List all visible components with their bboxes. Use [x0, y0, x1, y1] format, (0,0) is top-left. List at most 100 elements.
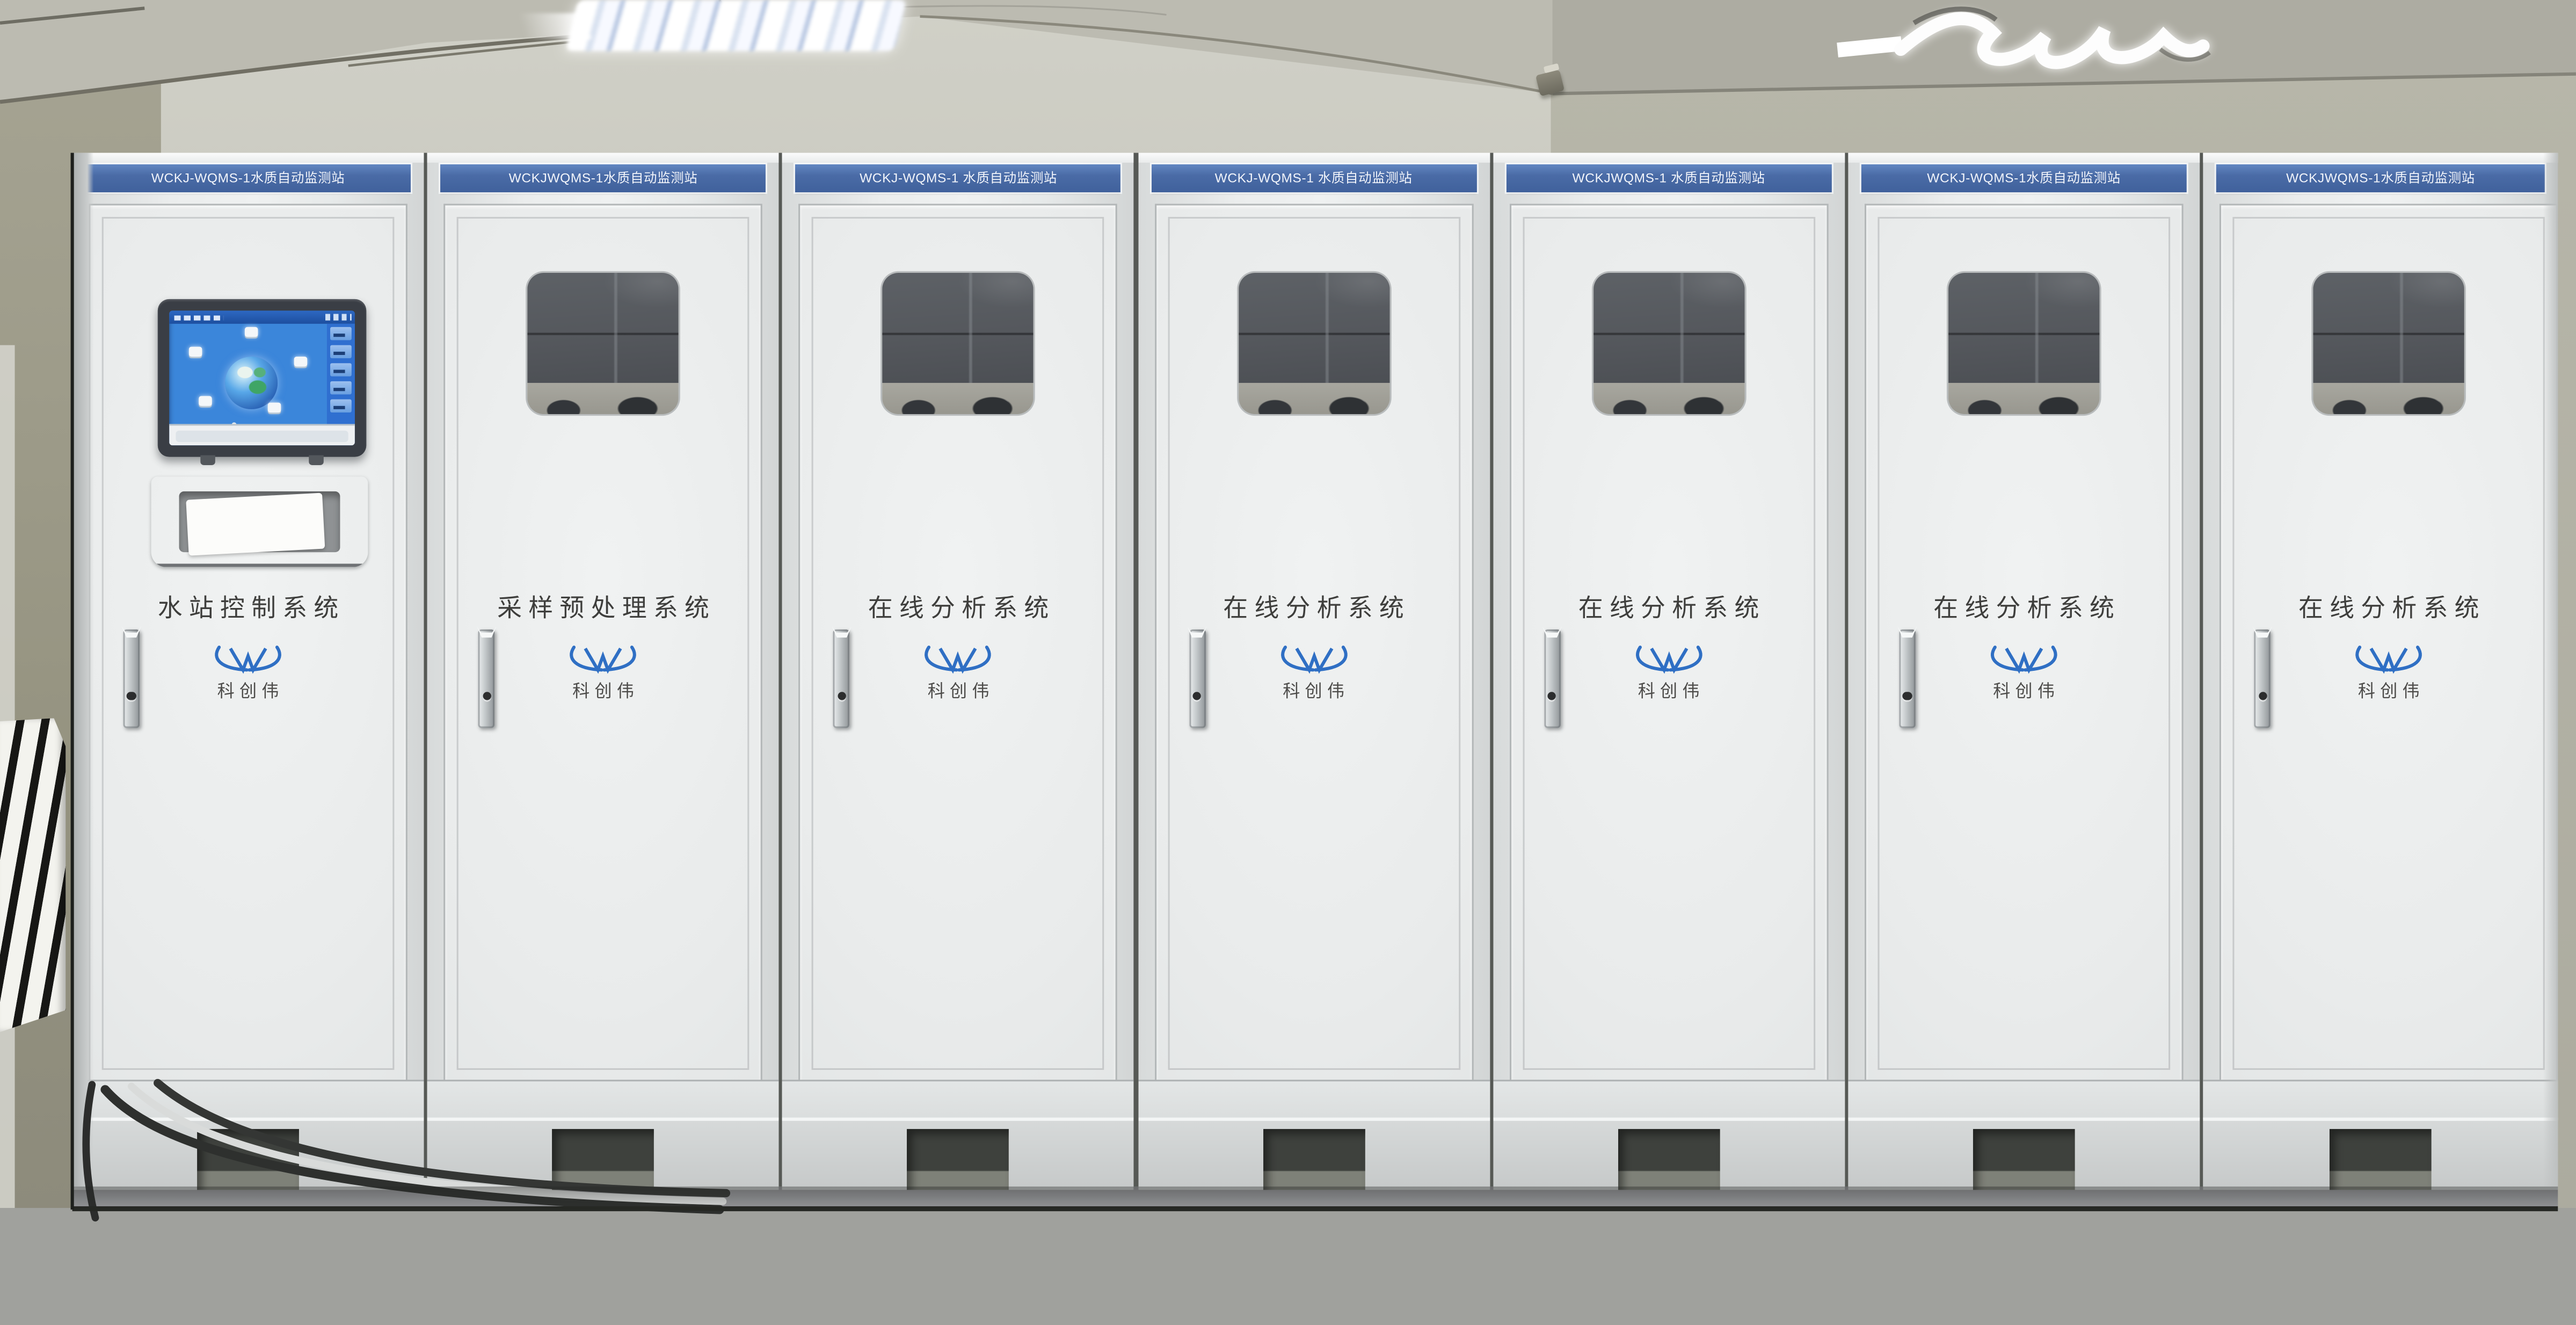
logo-w-icon — [1986, 642, 2062, 677]
keyhole-icon — [2258, 692, 2267, 700]
cabinet-top-edge — [1138, 153, 1489, 163]
monitor-screen — [169, 310, 355, 445]
cabinet-base — [2203, 1080, 2558, 1119]
screen-title-text-glyphs — [174, 315, 223, 320]
cabinet-2: WCKJWQMS-1水质自动监测站 — [427, 153, 779, 1187]
touchscreen-monitor — [158, 299, 367, 457]
window-instrument-silhouettes — [883, 383, 1034, 414]
system-label: 水站控制系统 — [90, 590, 406, 625]
door-handle — [2254, 629, 2271, 728]
inspection-window — [2313, 273, 2465, 414]
satellite-node-icon — [245, 327, 258, 337]
cabinet-top-edge — [2203, 153, 2558, 163]
window-glass — [1238, 273, 1389, 383]
cabinet-nameplate-text: WCKJWQMS-1水质自动监测站 — [2286, 171, 2475, 186]
keyhole-icon — [127, 692, 136, 700]
plinth-recess — [1973, 1129, 2075, 1190]
photo-water-quality-monitoring-room: WCKJ-WQMS-1水质自动监测站 — [0, 0, 2576, 1324]
window-glass — [1593, 273, 1744, 383]
cabinet-nameplate-text: WCKJWQMS-1水质自动监测站 — [509, 171, 698, 186]
door-handle — [1189, 629, 1205, 728]
door-handle — [478, 629, 495, 728]
window-instrument-silhouettes — [1948, 383, 2100, 414]
inspection-window — [883, 273, 1034, 414]
plinth-recess — [907, 1129, 1009, 1190]
keyhole-icon — [1903, 692, 1911, 700]
cabinet-plinth — [1493, 1118, 1845, 1190]
screen-status-bar — [169, 424, 355, 445]
system-label: 在线分析系统 — [1511, 590, 1827, 625]
window-instrument-silhouettes — [1238, 383, 1389, 414]
cabinet-nameplate: WCKJWQMS-1水质自动监测站 — [441, 164, 766, 192]
screen-title-bar — [169, 310, 355, 323]
cabinet-1: WCKJ-WQMS-1水质自动监测站 — [72, 153, 424, 1187]
cabinet-3: WCKJ-WQMS-1 水质自动监测站 — [783, 153, 1134, 1187]
door-handle — [1899, 629, 1916, 728]
window-glass — [2313, 273, 2465, 383]
keyhole-icon — [838, 692, 846, 700]
satellite-node-icon — [268, 403, 281, 412]
cabinet-base — [1848, 1080, 2200, 1119]
cabinet-nameplate: WCKJ-WQMS-1 水质自动监测站 — [796, 164, 1121, 192]
photo-border-bottom — [72, 1206, 2558, 1211]
plinth-recess — [2330, 1129, 2432, 1190]
cabinet-plinth — [1138, 1118, 1489, 1190]
satellite-node-icon — [294, 357, 307, 366]
system-label: 采样预处理系统 — [446, 590, 761, 625]
cabinet-door: 水站控制系统 科创伟 — [89, 204, 407, 1083]
report-printer — [151, 476, 368, 567]
cabinet-6: WCKJ-WQMS-1水质自动监测站 — [1848, 153, 2200, 1187]
door-handle — [123, 629, 140, 728]
cabinet-nameplate-text: WCKJWQMS-1 水质自动监测站 — [1573, 171, 1765, 186]
plinth-recess — [1263, 1129, 1365, 1190]
inspection-window — [528, 273, 679, 414]
brand-logo: 科创伟 — [2221, 642, 2556, 703]
inspection-window — [1238, 273, 1389, 414]
cabinet-base — [783, 1080, 1134, 1119]
window-buttons-icons — [325, 314, 352, 320]
cabinet-door: 采样预处理系统 科创伟 — [444, 204, 763, 1083]
cabinet-nameplate-text: WCKJ-WQMS-1水质自动监测站 — [1927, 171, 2121, 186]
screen-sidebar-buttons — [327, 324, 355, 426]
system-label: 在线分析系统 — [1156, 590, 1472, 625]
keyhole-icon — [1548, 692, 1556, 700]
cabinet-nameplate: WCKJ-WQMS-1 水质自动监测站 — [1151, 164, 1476, 192]
screen-sidebar-button — [330, 327, 352, 340]
door-handle — [834, 629, 850, 728]
cabinet-door: 在线分析系统 科创伟 — [1509, 204, 1828, 1083]
window-glass — [1948, 273, 2100, 383]
screen-sidebar-button — [330, 345, 352, 358]
logo-w-icon — [921, 642, 996, 677]
screen-main-area — [169, 324, 327, 426]
cabinet-nameplate: WCKJWQMS-1 水质自动监测站 — [1506, 164, 1831, 192]
cabinet-top-edge — [783, 153, 1134, 163]
cabinet-door: 在线分析系统 科创伟 — [799, 204, 1118, 1083]
cabinet-nameplate-text: WCKJ-WQMS-1水质自动监测站 — [151, 171, 345, 186]
cabinet-base — [1138, 1080, 1489, 1119]
cabinet-nameplate: WCKJ-WQMS-1水质自动监测站 — [85, 164, 411, 192]
cabinet-base — [1493, 1080, 1845, 1119]
screen-sidebar-button — [330, 363, 352, 376]
system-label: 在线分析系统 — [1866, 590, 2182, 625]
logo-w-icon — [210, 642, 286, 677]
window-glass — [528, 273, 679, 383]
window-instrument-silhouettes — [1593, 383, 1744, 414]
system-label: 在线分析系统 — [801, 590, 1116, 625]
photo-border-left — [70, 153, 74, 1210]
cabinet-nameplate-text: WCKJ-WQMS-1 水质自动监测站 — [860, 171, 1057, 186]
keyhole-icon — [1192, 692, 1201, 700]
cabinet-nameplate: WCKJWQMS-1水质自动监测站 — [2216, 164, 2545, 192]
cabinet-top-edge — [1493, 153, 1845, 163]
cabinet-plinth — [783, 1118, 1134, 1190]
cabinet-5: WCKJWQMS-1 水质自动监测站 — [1493, 153, 1845, 1187]
keyhole-icon — [482, 692, 491, 700]
screen-sidebar-button — [330, 400, 352, 412]
cabinet-top-edge — [1848, 153, 2200, 163]
logo-w-icon — [565, 642, 641, 677]
cabinet-nameplate: WCKJ-WQMS-1水质自动监测站 — [1861, 164, 2187, 192]
globe-icon — [225, 357, 278, 409]
cabinet-door: 在线分析系统 科创伟 — [1154, 204, 1473, 1083]
louver-vent — [0, 718, 66, 1032]
cabinet-top-edge — [427, 153, 779, 163]
cabinet-plinth — [1848, 1118, 2200, 1190]
